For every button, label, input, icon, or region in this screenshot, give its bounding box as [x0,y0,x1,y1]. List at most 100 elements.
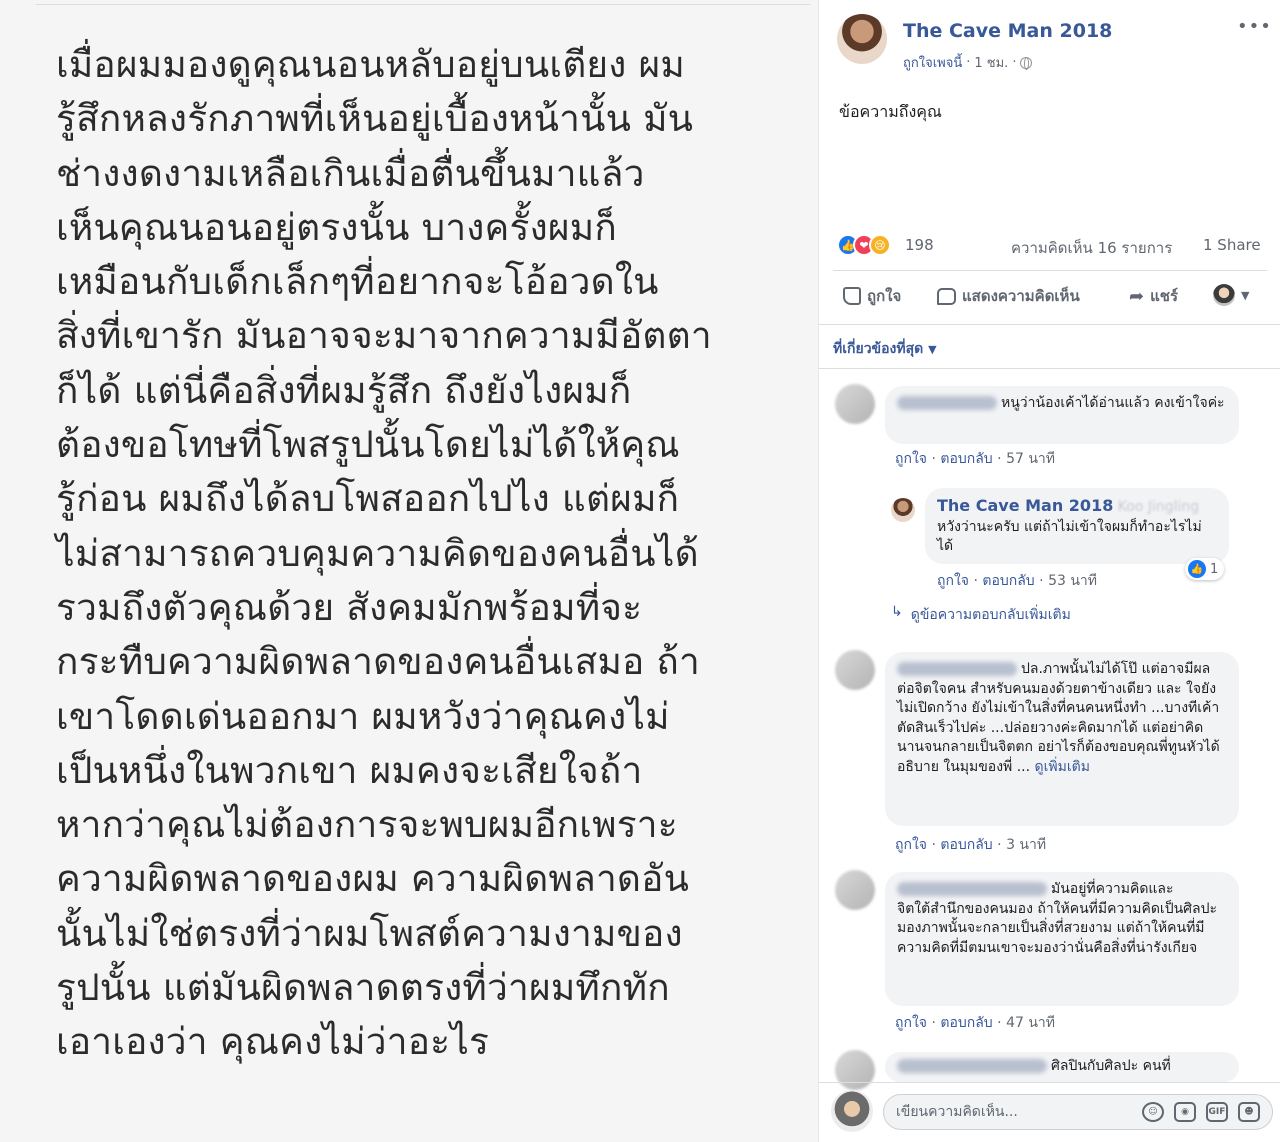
comment-text: ปล.ภาพนั้นไม่ได้โป๊ แต่อาจมีผลต่อจิตใจคน… [897,661,1220,775]
share-button[interactable]: ➦ แชร์ [1129,284,1178,308]
emoji-icon[interactable]: ☺ [1142,1102,1164,1122]
blurred-commenter-name[interactable] [897,1059,1047,1073]
photo-text-line: ความผิดพลาดของผม ความผิดพลาดอัน [56,857,690,901]
blurred-commenter-name[interactable] [897,662,1017,676]
photo-viewer[interactable]: เมื่อผมมองดูคุณนอนหลับอยู่บนเตียง ผม รู้… [0,0,818,1142]
comment-actions: ถูกใจ · ตอบกลับ · 47 นาที [895,1015,1055,1031]
share-button-label: แชร์ [1150,287,1178,305]
comment-reply-link[interactable]: ตอบกลับ [940,1015,992,1031]
reply-author-name[interactable]: The Cave Man 2018 [937,496,1113,515]
photo-text-line: เป็นหนึ่งในพวกเขา ผมคงจะเสียใจถ้า [56,748,643,792]
reply-like-link[interactable]: ถูกใจ [937,573,969,589]
gif-icon[interactable]: GIF [1206,1102,1228,1122]
globe-icon[interactable] [1020,56,1033,70]
comment-button-label: แสดงความคิดเห็น [962,287,1080,305]
commenter-avatar[interactable] [835,1050,875,1090]
comment-sort-dropdown[interactable]: ที่เกี่ยวข้องที่สุด ▼ [833,338,937,360]
thumbs-up-icon [843,287,861,305]
reaction-icons[interactable]: 👍 ❤ 😢 [837,234,891,256]
comment-actions: ถูกใจ · ตอบกลับ · 3 นาที [895,837,1047,853]
share-count-link[interactable]: 1 Share [1203,236,1261,254]
reply-timestamp[interactable]: 53 นาที [1048,573,1097,589]
photo-text-line: ไม่สามารถควบคุมความคิดของคนอื่นได้ [56,531,699,575]
comment-bubble: ปล.ภาพนั้นไม่ได้โป๊ แต่อาจมีผลต่อจิตใจคน… [885,652,1239,826]
reply-reaction-count: 1 [1210,561,1219,577]
reply-reply-link[interactable]: ตอบกลับ [982,573,1034,589]
tagged-person-name[interactable]: Koo Jingling [1118,499,1199,515]
comment-timestamp[interactable]: 57 นาที [1006,451,1055,467]
divider [819,368,1280,369]
comment-bubble: มันอยู่ที่ความคิดและจิตใต้สำนึกของคนมอง … [885,872,1239,1006]
reply-reaction-badge[interactable]: 👍 1 [1185,558,1225,580]
comment-reply-link[interactable]: ตอบกลับ [940,451,992,467]
commenter-avatar[interactable] [835,650,875,690]
more-options-button[interactable]: ••• [1237,16,1272,37]
sticker-icon[interactable]: ☻ [1238,1102,1260,1122]
reaction-count[interactable]: 198 [905,236,934,254]
blurred-commenter-name[interactable] [897,396,997,410]
photo-text-line: ช่างงดงามเหลือเกินเมื่อตื่นขึ้นมาแล้ว [56,151,645,195]
photo-text-line: เห็นคุณนอนอยู่ตรงนั้น บางครั้งผมก็ [56,205,617,249]
comment-timestamp[interactable]: 3 นาที [1006,837,1046,853]
see-more-link[interactable]: ดูเพิ่มเติม [1035,759,1090,775]
profile-avatar-icon [1213,284,1235,306]
photo-top-border [36,4,810,5]
meta-separator: · [966,55,971,70]
commenter-avatar[interactable] [835,384,875,424]
photo-text-line: เมื่อผมมองดูคุณนอนหลับอยู่บนเตียง ผม [56,43,685,86]
post-timestamp[interactable]: 1 ชม. [974,52,1008,73]
share-arrow-icon: ➦ [1129,285,1145,307]
comment-bubble-icon [937,287,956,305]
comment-button[interactable]: แสดงความคิดเห็น [937,284,1080,308]
photo-text-line: เขาโดดเด่นออกมา ผมหวังว่าคุณคงไม่ [56,694,670,738]
photo-text-line: รวมถึงตัวคุณด้วย สังคมมักพร้อมที่จะ [56,585,643,629]
meta-separator: · [1012,55,1017,70]
caret-down-icon: ▼ [1241,288,1250,302]
photo-text-line: เหมือนกับเด็กเล็กๆที่อยากจะโอ้อวดใน [56,260,659,304]
photo-text-image: เมื่อผมมองดูคุณนอนหลับอยู่บนเตียง ผม รู้… [56,38,816,1070]
divider [819,324,1280,325]
comment-like-link[interactable]: ถูกใจ [895,1015,927,1031]
view-more-replies-link[interactable]: ↳ ดูข้อความตอบกลับเพิ่มเติม [891,604,1071,626]
view-more-replies-label: ดูข้อความตอบกลับเพิ่มเติม [910,607,1071,623]
page-name-link[interactable]: The Cave Man 2018 [903,20,1112,42]
camera-icon[interactable]: ◉ [1174,1102,1196,1122]
comment-input-placeholder: เขียนความคิดเห็น... [896,1104,1018,1120]
divider [833,270,1267,271]
comments-count-link[interactable]: ความคิดเห็น 16 รายการ [1011,236,1172,260]
comment-timestamp[interactable]: 47 นาที [1006,1015,1055,1031]
photo-text-line: ต้องขอโทษที่โพสรูปนั้นโดยไม่ได้ให้คุณ [56,423,680,467]
sort-label: ที่เกี่ยวข้องที่สุด [833,341,924,357]
post-sidebar: The Cave Man 2018 ถูกใจเพจนี้ · 1 ชม. · … [818,0,1280,1142]
divider [819,1082,1280,1083]
comment-like-link[interactable]: ถูกใจ [895,837,927,853]
like-reaction-icon: 👍 [1188,560,1206,578]
post-as-selector[interactable]: ▼ [1213,284,1249,306]
photo-text-line: หากว่าคุณไม่ต้องการจะพบผมอีกเพราะ [56,803,678,847]
reply-bubble: The Cave Man 2018 Koo Jingling หวังว่านะ… [925,488,1229,564]
liked-by-page-link[interactable]: ถูกใจเพจนี้ [903,52,962,73]
comment-text: หนูว่าน้องเค้าได้อ่านแล้ว คงเข้าใจค่ะ [1001,395,1225,411]
photo-text-line: เอาเองว่า คุณคงไม่ว่าอะไร [56,1020,490,1064]
photo-text-line: กระทืบความผิดพลาดของคนอื่นเสมอ ถ้า [56,640,701,684]
reply-author-avatar[interactable] [891,498,915,522]
comment-bubble: ศิลปินกับศิลปะ คนที่ [885,1052,1239,1082]
like-button-label: ถูกใจ [867,287,902,305]
blurred-commenter-name[interactable] [897,882,1047,896]
sad-reaction-icon: 😢 [869,234,891,256]
caret-down-icon: ▼ [928,343,937,356]
page-avatar[interactable] [837,14,887,64]
photo-text-line: รู้สึกหลงรักภาพที่เห็นอยู่เบื้องหน้านั้น… [56,97,694,141]
like-button[interactable]: ถูกใจ [843,284,901,308]
commenter-avatar[interactable] [835,870,875,910]
reply-arrow-icon: ↳ [891,604,903,620]
post-meta: ถูกใจเพจนี้ · 1 ชม. · [903,52,1033,73]
comment-like-link[interactable]: ถูกใจ [895,451,927,467]
viewer-avatar [831,1090,873,1132]
reply-text: หวังว่านะครับ แต่ถ้าไม่เข้าใจผมก็ทำอะไรไ… [937,518,1202,555]
post-message: ข้อความถึงคุณ [839,102,942,121]
comment-input[interactable]: เขียนความคิดเห็น... ☺ ◉ GIF ☻ [883,1094,1273,1130]
comment-reply-link[interactable]: ตอบกลับ [940,837,992,853]
photo-text-line: รูปนั้น แต่มันผิดพลาดตรงที่ว่าผมทึกทัก [56,966,670,1010]
comment-bubble: หนูว่าน้องเค้าได้อ่านแล้ว คงเข้าใจค่ะ [885,386,1239,444]
